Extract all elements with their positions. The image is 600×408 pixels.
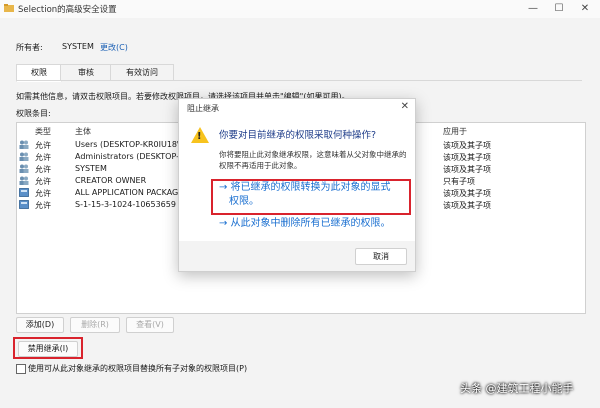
row-applies: 该项及其子项 (443, 165, 491, 174)
package-icon (19, 188, 29, 197)
tab-auditing[interactable]: 审核 (60, 64, 112, 81)
row-applies: 只有子项 (443, 177, 475, 186)
minimize-button[interactable]: — (520, 0, 546, 18)
row-type: 允许 (35, 153, 51, 162)
row-applies: 该项及其子项 (443, 153, 491, 162)
folder-icon (4, 4, 14, 12)
owner-label: 所有者: (16, 43, 43, 52)
view-button[interactable]: 查看(V) (126, 317, 174, 333)
users-icon (19, 140, 29, 149)
block-inheritance-dialog: 阻止继承 ✕ ! 你要对目前继承的权限采取何种操作? 你将要阻止此对象继承权限，… (178, 98, 416, 272)
column-header-principal[interactable]: 主体 (75, 126, 91, 137)
entries-label: 权限条目: (16, 109, 51, 118)
add-button[interactable]: 添加(D) (16, 317, 64, 333)
row-principal: SYSTEM (75, 164, 107, 173)
warning-icon-mark: ! (197, 131, 202, 142)
dialog-close-icon[interactable]: ✕ (401, 101, 409, 112)
advanced-security-window: Selection的高级安全设置 — ☐ ✕ 所有者: SYSTEM 更改(C)… (0, 0, 600, 408)
window-title: Selection的高级安全设置 (18, 5, 117, 15)
highlight-box (13, 337, 83, 359)
title-bar: Selection的高级安全设置 — ☐ ✕ (0, 0, 600, 18)
row-type: 允许 (35, 201, 51, 210)
close-button[interactable]: ✕ (572, 0, 598, 18)
users-icon (19, 176, 29, 185)
row-principal: CREATOR OWNER (75, 176, 147, 185)
option-highlight-box (211, 179, 411, 215)
row-type: 允许 (35, 189, 51, 198)
dialog-description: 你将要阻止此对象继承权限，这意味着从父对象中继承的权限不再适用于此对象。 (219, 150, 407, 170)
package-icon (19, 200, 29, 209)
row-applies: 该项及其子项 (443, 201, 491, 210)
column-header-applies[interactable]: 应用于 (443, 126, 467, 137)
owner-value: SYSTEM (62, 42, 94, 51)
row-type: 允许 (35, 177, 51, 186)
row-applies: 该项及其子项 (443, 141, 491, 150)
dialog-title: 阻止继承 (187, 104, 219, 113)
tab-panel-border (16, 80, 582, 81)
column-header-type[interactable]: 类型 (35, 126, 51, 137)
row-applies: 该项及其子项 (443, 189, 491, 198)
row-principal: Administrators (DESKTOP-K (75, 152, 185, 161)
row-principal: Users (DESKTOP-KR0IU18\ (75, 140, 180, 149)
row-principal: ALL APPLICATION PACKAG (75, 188, 179, 197)
replace-child-permissions-checkbox[interactable] (16, 364, 26, 374)
remove-button[interactable]: 删除(R) (70, 317, 120, 333)
row-principal: S-1-15-3-1024-10653659 (75, 200, 176, 209)
dialog-question: 你要对目前继承的权限采取何种操作? (219, 130, 377, 141)
row-type: 允许 (35, 141, 51, 150)
replace-child-permissions-label: 使用可从此对象继承的权限项目替换所有子对象的权限项目(P) (28, 364, 248, 373)
watermark: 头条 @建筑工程小能手 (460, 382, 574, 395)
tab-effective-access[interactable]: 有效访问 (110, 64, 174, 81)
row-type: 允许 (35, 165, 51, 174)
change-owner-link[interactable]: 更改(C) (100, 42, 128, 53)
remove-inherited-option[interactable]: → 从此对象中删除所有已继承的权限。 (219, 217, 391, 231)
users-icon (19, 152, 29, 161)
dialog-footer: 取消 (179, 241, 415, 271)
users-icon (19, 164, 29, 173)
maximize-button[interactable]: ☐ (546, 0, 572, 18)
cancel-button[interactable]: 取消 (355, 248, 407, 265)
